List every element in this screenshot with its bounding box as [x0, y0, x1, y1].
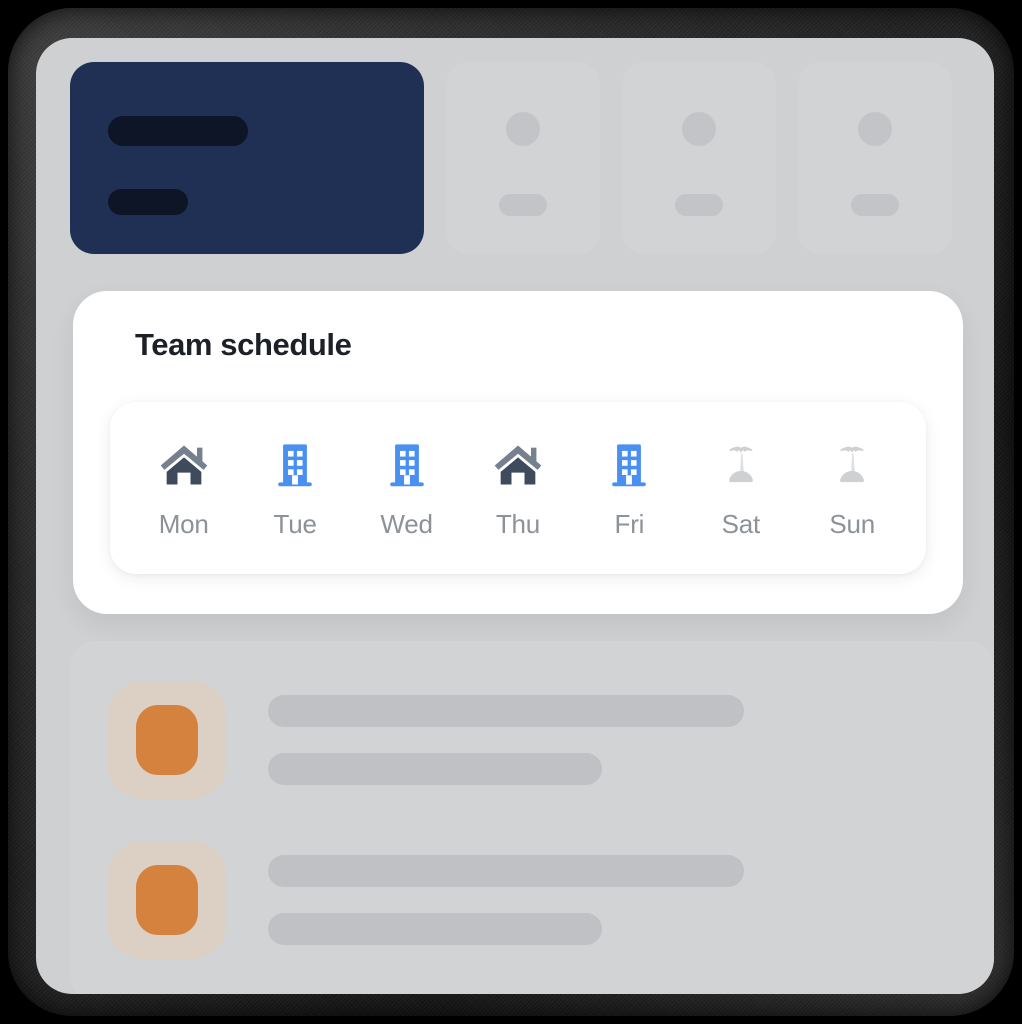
- avatar-shape: [136, 705, 198, 775]
- sidebar-item-label: Sun: [829, 508, 876, 539]
- page-title: Team schedule: [135, 327, 352, 362]
- sidebar-item-tue[interactable]: Tue: [247, 437, 343, 540]
- primary-card-subtitle-placeholder: [108, 189, 188, 215]
- list-item-subtitle-placeholder: [268, 753, 602, 785]
- office-icon: [381, 437, 433, 493]
- device-bezel: Team schedule Mon Tue Wed Thu Fri Sat Su…: [8, 8, 1014, 1016]
- weekday-strip: Mon Tue Wed Thu Fri Sat Sun: [110, 402, 926, 574]
- ghost-card-circle-icon: [506, 112, 540, 146]
- palm-tree-icon: [715, 437, 767, 493]
- sidebar-item-mon[interactable]: Mon: [136, 437, 232, 540]
- ghost-card-1[interactable]: [446, 62, 600, 254]
- sidebar-item-label: Tue: [273, 508, 317, 539]
- ghost-card-circle-icon: [682, 112, 716, 146]
- sidebar-item-thu[interactable]: Thu: [470, 437, 566, 540]
- sidebar-item-wed[interactable]: Wed: [359, 437, 455, 540]
- palm-tree-icon: [826, 437, 878, 493]
- avatar: [108, 841, 226, 959]
- list-item[interactable]: [108, 681, 744, 799]
- ghost-card-3[interactable]: [798, 62, 952, 254]
- primary-card-title-placeholder: [108, 116, 248, 146]
- sidebar-item-label: Fri: [614, 508, 645, 539]
- activity-list-panel: [70, 641, 994, 994]
- sidebar-item-label: Thu: [495, 508, 541, 539]
- office-icon: [603, 437, 655, 493]
- office-icon: [269, 437, 321, 493]
- list-item-text-placeholder: [268, 855, 744, 945]
- sidebar-item-fri[interactable]: Fri: [581, 437, 677, 540]
- list-item[interactable]: [108, 841, 744, 959]
- team-schedule-card: Team schedule Mon Tue Wed Thu Fri Sat Su…: [73, 291, 963, 614]
- avatar: [108, 681, 226, 799]
- avatar-shape: [136, 865, 198, 935]
- ghost-card-2[interactable]: [622, 62, 776, 254]
- list-item-subtitle-placeholder: [268, 913, 602, 945]
- ghost-card-label-placeholder: [499, 194, 547, 216]
- home-icon: [492, 437, 544, 493]
- sidebar-item-label: Wed: [380, 508, 433, 539]
- device-screen: Team schedule Mon Tue Wed Thu Fri Sat Su…: [36, 38, 994, 994]
- sidebar-item-label: Mon: [158, 508, 209, 539]
- sidebar-item-label: Sat: [721, 508, 761, 539]
- ghost-card-circle-icon: [858, 112, 892, 146]
- home-icon: [158, 437, 210, 493]
- list-item-text-placeholder: [268, 695, 744, 785]
- ghost-card-label-placeholder: [675, 194, 723, 216]
- list-item-title-placeholder: [268, 855, 744, 887]
- ghost-card-label-placeholder: [851, 194, 899, 216]
- list-item-title-placeholder: [268, 695, 744, 727]
- sidebar-item-sat[interactable]: Sat: [693, 437, 789, 540]
- primary-card[interactable]: [70, 62, 424, 254]
- sidebar-item-sun[interactable]: Sun: [804, 437, 900, 540]
- top-card-row: [70, 62, 994, 254]
